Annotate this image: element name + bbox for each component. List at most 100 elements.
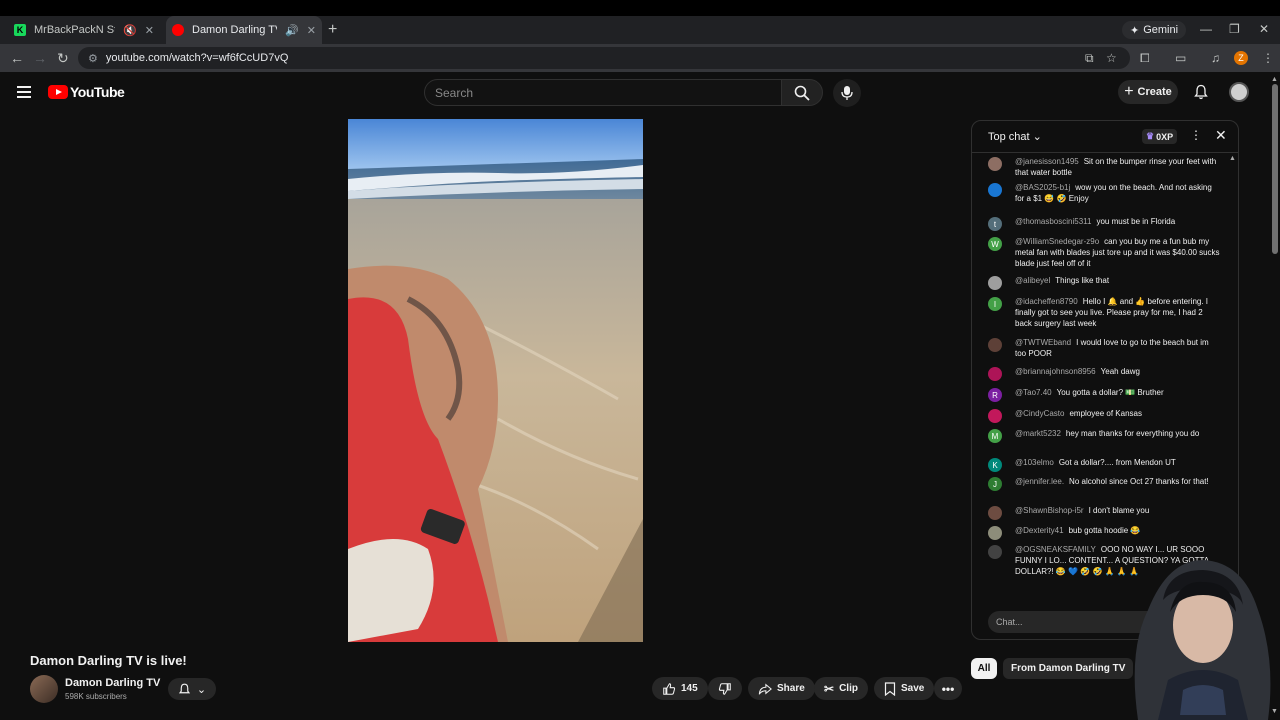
chat-message[interactable]: I @idacheffen8790 Hello I 🔔 and 👍 before e… (988, 296, 1226, 329)
chat-author-avatar[interactable] (988, 526, 1002, 540)
window-close-icon[interactable]: ✕ (1259, 22, 1269, 36)
tab-close-icon[interactable]: ✕ (145, 24, 154, 37)
chat-message-body: @TWTWEband I would love to go to the beac… (1015, 337, 1220, 359)
chat-author-avatar[interactable] (988, 157, 1002, 171)
chat-message-body: @alibeyel Things like that (1015, 275, 1220, 290)
channel-avatar[interactable] (30, 675, 58, 703)
voice-search-button[interactable] (833, 79, 861, 107)
chat-message[interactable]: @ShawnBishop-i5r I don't blame you (988, 505, 1226, 520)
channel-name[interactable]: Damon Darling TV (65, 677, 160, 689)
chat-scroll-up-icon[interactable]: ▲ (1229, 155, 1236, 162)
hamburger-menu-icon[interactable] (17, 86, 31, 98)
reload-icon[interactable]: ↻ (57, 50, 69, 67)
account-avatar[interactable] (1229, 82, 1249, 102)
kick-favicon-icon: K (14, 24, 26, 36)
chat-author-avatar[interactable]: I (988, 297, 1002, 311)
chat-author-avatar[interactable]: M (988, 429, 1002, 443)
new-tab-button[interactable]: + (328, 21, 337, 39)
search-button[interactable] (781, 79, 823, 106)
chip-all[interactable]: All (971, 658, 997, 679)
site-info-icon[interactable]: ⚙ (88, 52, 98, 65)
chat-message[interactable]: @Dexterity41 bub gotta hoodie 😂 (988, 525, 1226, 540)
chat-author-name[interactable]: @TWTWEband (1015, 338, 1071, 347)
more-actions-button[interactable]: ••• (934, 677, 962, 700)
tab-mrbackpackn[interactable]: K MrBackPackN Stream - Wat 🔇 ✕ (8, 18, 160, 42)
chat-author-avatar[interactable] (988, 545, 1002, 559)
chat-author-avatar[interactable] (988, 506, 1002, 520)
chat-message[interactable]: t @thomasboscini5311 you must be in Florid… (988, 216, 1226, 231)
chat-message[interactable]: @janesisson1495 Sit on the bumper rinse y… (988, 156, 1226, 178)
share-button[interactable]: Share (748, 677, 815, 700)
chat-author-avatar[interactable] (988, 276, 1002, 290)
chat-author-avatar[interactable] (988, 338, 1002, 352)
chat-author-name[interactable]: @markt5232 (1015, 429, 1061, 438)
chat-author-name[interactable]: @janesisson1495 (1015, 157, 1079, 166)
chat-message[interactable]: @alibeyel Things like that (988, 275, 1226, 290)
chat-message[interactable]: @CindyCasto employee of Kansas (988, 408, 1226, 423)
chat-author-avatar[interactable]: W (988, 237, 1002, 251)
create-button[interactable]: + Create (1118, 80, 1178, 104)
chat-close-icon[interactable]: ✕ (1215, 127, 1227, 144)
muted-speaker-icon[interactable]: 🔇 (123, 24, 137, 37)
chat-author-avatar[interactable] (988, 183, 1002, 197)
tab-close-icon[interactable]: ✕ (307, 24, 316, 37)
chat-author-avatar[interactable] (988, 409, 1002, 423)
chat-mode-dropdown[interactable]: Top chat ⌄ (988, 130, 1042, 143)
chat-author-name[interactable]: @WilliamSnedegar-z9o (1015, 237, 1099, 246)
tab-damon-darling[interactable]: Damon Darling TV is live! - 🔊 ✕ (166, 16, 322, 44)
chat-message[interactable]: W @WilliamSnedegar-z9o can you buy me a fu… (988, 236, 1226, 269)
chat-author-name[interactable]: @thomasboscini5311 (1015, 217, 1091, 226)
page-scrollbar[interactable] (1272, 84, 1278, 254)
chat-author-name[interactable]: @jennifer.lee. (1015, 477, 1064, 486)
back-arrow-icon[interactable]: ← (10, 50, 24, 66)
chat-author-name[interactable]: @alibeyel (1015, 276, 1050, 285)
chat-author-name[interactable]: @103elmo (1015, 458, 1054, 467)
forward-arrow-icon[interactable]: → (33, 50, 47, 66)
address-bar[interactable]: ⚙ youtube.com/watch?v=wf6fCcUD7vQ (78, 47, 1130, 69)
chat-author-avatar[interactable]: J (988, 477, 1002, 491)
subscription-bell-button[interactable]: ⌄ (168, 678, 216, 700)
video-player[interactable] (348, 119, 643, 642)
bookmark-star-icon[interactable]: ☆ (1106, 51, 1117, 65)
chat-author-avatar[interactable] (988, 367, 1002, 381)
chat-author-avatar[interactable]: t (988, 217, 1002, 231)
gemini-button[interactable]: ✦ Gemini (1122, 21, 1187, 39)
chat-author-name[interactable]: @OGSNEAKSFAMILY (1015, 545, 1096, 554)
scroll-up-arrow-icon[interactable]: ▲ (1271, 76, 1278, 83)
chat-author-avatar[interactable]: K (988, 458, 1002, 472)
dislike-button[interactable] (708, 677, 742, 700)
chat-message-text: hey man thanks for everything you do (1065, 429, 1200, 438)
extensions-icon[interactable]: ⧠ (1140, 51, 1150, 66)
chat-message[interactable]: @briannajohnson8956 Yeah dawg (988, 366, 1226, 381)
install-app-icon[interactable]: ⧉ (1085, 51, 1094, 66)
chat-author-name[interactable]: @CindyCasto (1015, 409, 1064, 418)
chat-message[interactable]: @BAS2025-b1j wow you on the beach. And no… (988, 182, 1226, 204)
clip-button[interactable]: ✂ Clip (814, 677, 868, 700)
notifications-bell-icon[interactable] (1193, 84, 1209, 100)
search-input[interactable]: Search (424, 79, 782, 106)
minimize-icon[interactable]: — (1200, 22, 1212, 36)
xp-badge[interactable]: ♛ 0XP (1142, 129, 1178, 144)
chat-author-name[interactable]: @ShawnBishop-i5r (1015, 506, 1084, 515)
split-view-icon[interactable]: ▭ (1175, 51, 1186, 65)
save-button[interactable]: Save (874, 677, 935, 700)
chat-message[interactable]: @TWTWEband I would love to go to the beac… (988, 337, 1226, 359)
chat-author-name[interactable]: @idacheffen8790 (1015, 297, 1078, 306)
speaker-icon[interactable]: 🔊 (285, 24, 299, 37)
chat-author-name[interactable]: @Dexterity41 (1015, 526, 1064, 535)
chat-message[interactable]: K @103elmo Got a dollar?.... from Mendon U… (988, 457, 1226, 472)
chat-author-name[interactable]: @Tao7.40 (1015, 388, 1052, 397)
chat-more-icon[interactable]: ⋮ (1190, 128, 1202, 142)
profile-avatar[interactable]: Z (1234, 51, 1248, 65)
chrome-menu-icon[interactable]: ⋮ (1262, 51, 1274, 65)
chat-author-avatar[interactable]: R (988, 388, 1002, 402)
maximize-icon[interactable]: ❐ (1229, 22, 1240, 36)
chat-message[interactable]: J @jennifer.lee. No alcohol since Oct 27 t… (988, 476, 1226, 491)
chat-message[interactable]: R @Tao7.40 You gotta a dollar? 💵 Bruther (988, 387, 1226, 402)
media-controls-icon[interactable]: ♫ (1211, 51, 1220, 65)
youtube-logo[interactable]: YouTube (48, 84, 125, 100)
like-button[interactable]: 145 (652, 677, 708, 700)
chat-author-name[interactable]: @briannajohnson8956 (1015, 367, 1096, 376)
chat-author-name[interactable]: @BAS2025-b1j (1015, 183, 1070, 192)
chat-message[interactable]: M @markt5232 hey man thanks for everything… (988, 428, 1226, 443)
